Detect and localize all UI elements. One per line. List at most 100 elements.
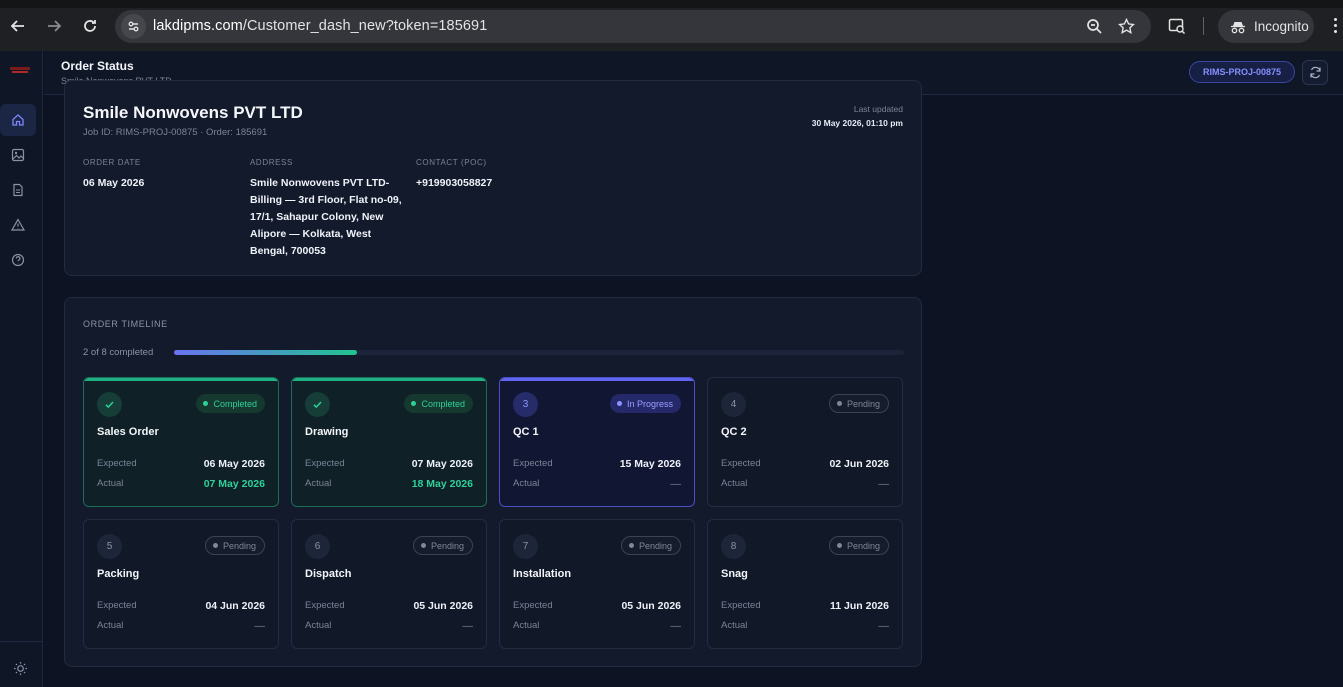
status-badge: Pending bbox=[620, 536, 681, 555]
order-date-value: 06 May 2026 bbox=[83, 177, 145, 189]
status-badge-label: Pending bbox=[846, 398, 880, 409]
actual-label: Actual bbox=[721, 478, 748, 489]
actual-date: — bbox=[254, 620, 266, 632]
stage-card: 6 Pending Dispatch Expected 05 Jun 2026 Actua… bbox=[291, 519, 487, 649]
check-icon bbox=[97, 392, 122, 417]
bookmark-star-icon[interactable] bbox=[1118, 18, 1135, 35]
expected-label: Expected bbox=[513, 458, 553, 469]
incognito-label: Incognito bbox=[1254, 19, 1309, 34]
stage-top-bar bbox=[84, 520, 278, 523]
stage-name: QC 1 bbox=[513, 426, 539, 438]
address-bar[interactable]: lakdipms.com/Customer_dash_new?token=185… bbox=[115, 10, 1151, 43]
status-dot bbox=[616, 401, 622, 406]
reload-button[interactable] bbox=[78, 14, 102, 38]
last-updated-value: 30 May 2026, 01:10 pm bbox=[811, 118, 903, 128]
stage-card: Completed Drawing Expected 07 May 2026 Actua… bbox=[291, 377, 487, 507]
timeline-progress-bar bbox=[174, 350, 904, 355]
status-dot bbox=[203, 401, 209, 406]
actual-label: Actual bbox=[513, 478, 540, 489]
expected-date: 05 Jun 2026 bbox=[413, 600, 473, 612]
contact-label: CONTACT (POC) bbox=[416, 158, 487, 167]
url-text: lakdipms.com/Customer_dash_new?token=185… bbox=[153, 18, 488, 34]
refresh-icon bbox=[1309, 66, 1321, 79]
stage-top-bar bbox=[292, 378, 486, 381]
stage-card: 3 In Progress QC 1 Expected 15 May 2026 Actua… bbox=[499, 377, 695, 507]
arrow-left-icon bbox=[10, 20, 24, 32]
expected-label: Expected bbox=[513, 600, 553, 611]
browser-chrome: lakdipms.com/Customer_dash_new?token=185… bbox=[0, 0, 1343, 51]
stage-top-bar bbox=[500, 520, 694, 523]
status-badge: Completed bbox=[404, 394, 473, 413]
status-dot bbox=[836, 401, 842, 406]
stage-card: 7 Pending Installation Expected 05 Jun 2026 A… bbox=[499, 519, 695, 649]
help-icon bbox=[11, 253, 25, 267]
back-button[interactable] bbox=[6, 14, 30, 38]
actual-date: 18 May 2026 bbox=[411, 478, 473, 490]
tab-strip bbox=[0, 0, 1343, 8]
expected-date: 04 Jun 2026 bbox=[205, 600, 265, 612]
home-icon bbox=[12, 114, 24, 126]
refresh-button[interactable] bbox=[1302, 60, 1328, 85]
actual-label: Actual bbox=[305, 620, 332, 631]
stage-number: 5 bbox=[97, 534, 122, 559]
address-value: Smile Nonwovens PVT LTD-Billing — 3rd Fl… bbox=[250, 177, 402, 257]
expected-label: Expected bbox=[97, 458, 137, 469]
status-dot bbox=[212, 543, 218, 548]
stage-name: Sales Order bbox=[97, 426, 159, 438]
address-label: ADDRESS bbox=[250, 158, 293, 167]
expected-label: Expected bbox=[721, 600, 761, 611]
theme-toggle-button[interactable] bbox=[2, 652, 38, 684]
status-badge-label: Completed bbox=[421, 398, 465, 409]
contact-value: +919903058827 bbox=[416, 177, 493, 189]
status-badge-label: Pending bbox=[846, 540, 880, 551]
sidebar-item-images[interactable] bbox=[0, 139, 36, 171]
expected-label: Expected bbox=[305, 600, 345, 611]
expected-date: 07 May 2026 bbox=[411, 458, 473, 470]
expected-date: 15 May 2026 bbox=[619, 458, 681, 470]
timeline-title: ORDER TIMELINE bbox=[83, 319, 168, 329]
status-dot bbox=[836, 543, 842, 548]
stage-number: 8 bbox=[721, 534, 746, 559]
expected-label: Expected bbox=[721, 458, 761, 469]
reload-icon bbox=[84, 20, 96, 32]
actual-label: Actual bbox=[721, 620, 748, 631]
last-updated-label: Last updated bbox=[853, 104, 903, 114]
browser-menu-icon[interactable] bbox=[1330, 16, 1340, 36]
actual-label: Actual bbox=[513, 620, 540, 631]
forward-button[interactable] bbox=[42, 14, 66, 38]
incognito-icon bbox=[1231, 21, 1245, 33]
status-badge: Pending bbox=[204, 536, 265, 555]
actual-label: Actual bbox=[305, 478, 332, 489]
sidebar-item-home[interactable] bbox=[0, 104, 36, 136]
zoom-icon[interactable] bbox=[1086, 18, 1103, 35]
sidebar-item-issues[interactable] bbox=[0, 209, 36, 241]
document-icon bbox=[13, 183, 23, 197]
stage-card: 5 Pending Packing Expected 04 Jun 2026 Actual… bbox=[83, 519, 279, 649]
logo-icon bbox=[10, 67, 30, 73]
job-id-line: Job ID: RIMS-PROJ-00875 · Order: 185691 bbox=[83, 127, 268, 138]
image-icon bbox=[11, 148, 25, 162]
site-settings-icon[interactable] bbox=[121, 14, 146, 39]
status-badge: Completed bbox=[196, 394, 265, 413]
stage-number: 6 bbox=[305, 534, 330, 559]
sidebar-item-documents[interactable] bbox=[0, 174, 36, 206]
order-info-card: Smile Nonwovens PVT LTD Job ID: RIMS-PRO… bbox=[64, 80, 922, 276]
sidebar-divider bbox=[0, 641, 43, 642]
status-badge-label: Pending bbox=[430, 540, 464, 551]
sidebar-item-help[interactable] bbox=[0, 244, 36, 276]
actual-date: — bbox=[462, 620, 474, 632]
stage-top-bar bbox=[500, 378, 694, 381]
project-badge: RIMS-PROJ-00875 bbox=[1189, 61, 1295, 83]
timeline-progress-fill bbox=[174, 350, 357, 355]
stage-card: 4 Pending QC 2 Expected 02 Jun 2026 Actual — bbox=[707, 377, 903, 507]
warning-icon bbox=[11, 218, 25, 231]
status-badge: Pending bbox=[828, 536, 889, 555]
stage-number: 7 bbox=[513, 534, 538, 559]
incognito-indicator[interactable]: Incognito bbox=[1218, 10, 1314, 43]
tab-search-icon[interactable] bbox=[1168, 17, 1186, 35]
status-dot bbox=[411, 401, 417, 406]
arrow-right-icon bbox=[48, 20, 62, 32]
status-badge: Pending bbox=[828, 394, 889, 413]
status-badge: Pending bbox=[412, 536, 473, 555]
actual-date: — bbox=[878, 620, 890, 632]
